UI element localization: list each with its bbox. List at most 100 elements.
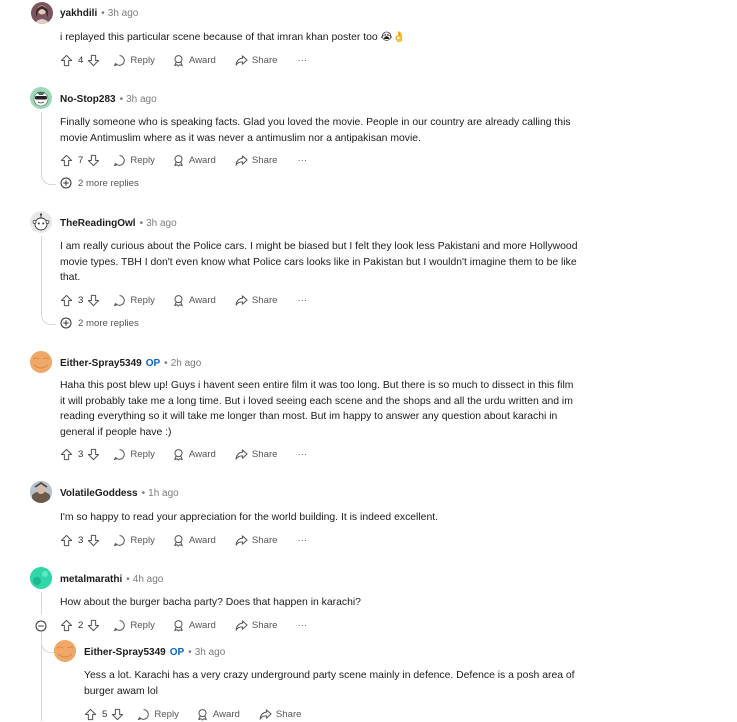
op-badge: OP [145,358,161,369]
award-icon [198,708,207,721]
more-options-button[interactable]: ··· [298,449,308,460]
comment-actions: 4 Reply Award Share ··· [60,52,307,68]
more-icon: ··· [297,154,308,166]
award-icon [174,294,183,307]
downvote-icon[interactable] [87,448,100,461]
reply-button[interactable]: Reply [113,619,155,632]
reply-button[interactable]: Reply [113,534,155,547]
timestamp[interactable]: 1h ago [148,488,179,499]
upvote-icon[interactable] [60,448,73,461]
avatar[interactable] [31,2,53,24]
more-replies-button[interactable]: 2 more replies [60,317,139,329]
more-replies-button[interactable]: 2 more replies [60,177,139,189]
share-button[interactable]: Share [235,54,278,67]
meta-separator: • [101,8,105,19]
award-button[interactable]: Award [172,294,216,307]
share-button[interactable]: Share [235,534,278,547]
upvote-icon[interactable] [84,708,97,721]
award-button[interactable]: Award [172,619,216,632]
more-options-button[interactable]: ··· [298,155,308,166]
upvote-icon[interactable] [60,154,73,167]
avatar[interactable] [54,640,76,662]
meta-separator: • [164,358,168,369]
action-label: Share [251,448,278,460]
action-label: Share [251,534,278,546]
reply-button[interactable]: Reply [137,708,179,721]
award-button[interactable]: Award [172,54,216,67]
downvote-icon[interactable] [87,154,100,167]
reply-button[interactable]: Reply [113,294,155,307]
share-button[interactable]: Share [235,154,278,167]
username[interactable]: Either-Spray5349 [84,647,166,658]
timestamp[interactable]: 3h ago [126,94,157,105]
share-button[interactable]: Share [235,294,278,307]
vote-count: 3 [78,294,84,306]
action-label: Reply [130,154,155,166]
avatar[interactable] [30,481,52,503]
reply-button[interactable]: Reply [113,154,155,167]
more-options-button[interactable]: ··· [298,535,308,546]
downvote-icon[interactable] [87,619,100,632]
more-options-button[interactable]: ··· [298,620,308,631]
vote-count: 4 [78,54,84,66]
comment-text: I am really curious about the Police car… [60,241,578,283]
username[interactable]: No-Stop283 [60,94,116,105]
timestamp[interactable]: 3h ago [146,218,177,229]
timestamp[interactable]: 3h ago [195,647,226,658]
action-label: Share [251,619,278,631]
upvote-icon[interactable] [60,534,73,547]
share-icon [259,708,272,720]
reply-button[interactable]: Reply [113,54,155,67]
action-label: Reply [154,708,179,720]
comment-text: i replayed this particular scene because… [60,32,406,43]
downvote-icon[interactable] [111,708,124,721]
collapse-thread-button[interactable] [35,619,47,632]
comment-text: Yess a lot. Karachi has a very crazy und… [84,670,575,697]
downvote-icon[interactable] [87,534,100,547]
award-button[interactable]: Award [172,448,216,461]
comment-actions: 3 Reply Award Share ··· [60,532,307,548]
upvote-icon[interactable] [60,294,73,307]
username[interactable]: metalmarathi [60,574,122,585]
timestamp[interactable]: 3h ago [108,8,139,19]
action-label: Share [275,708,302,720]
avatar[interactable] [30,87,52,109]
avatar[interactable] [30,211,52,233]
reply-button[interactable]: Reply [113,448,155,461]
award-icon [174,619,183,632]
upvote-icon[interactable] [60,619,73,632]
timestamp[interactable]: 2h ago [171,358,202,369]
username[interactable]: Either-Spray5349 [60,358,142,369]
minus-circle-icon [35,620,47,632]
timestamp[interactable]: 4h ago [133,574,164,585]
share-button[interactable]: Share [259,708,302,721]
action-label: Reply [130,619,155,631]
upvote-icon[interactable] [60,54,73,67]
downvote-icon[interactable] [87,54,100,67]
plus-circle-icon [60,317,72,329]
share-button[interactable]: Share [235,619,278,632]
thread-curve [41,168,56,185]
comment-icon [114,448,126,460]
award-button[interactable]: Award [172,154,216,167]
comment-icon [138,708,150,720]
award-button[interactable]: Award [196,708,240,721]
comment-text: Finally someone who is speaking facts. G… [60,117,571,144]
vote-count: 7 [78,154,84,166]
more-replies-label: 2 more replies [78,177,139,189]
comment-icon [114,294,126,306]
more-options-button[interactable]: ··· [298,295,308,306]
downvote-icon[interactable] [87,294,100,307]
award-button[interactable]: Award [172,534,216,547]
username[interactable]: yakhdili [60,8,97,19]
action-label: Reply [130,54,155,66]
share-button[interactable]: Share [235,448,278,461]
username[interactable]: TheReadingOwl [60,218,136,229]
comment-icon [114,619,126,631]
more-options-button[interactable]: ··· [298,55,308,66]
avatar[interactable] [30,567,52,589]
avatar[interactable] [30,351,52,373]
vote-count: 3 [78,448,84,460]
username[interactable]: VolatileGoddess [60,488,138,499]
comment-text: How about the burger bacha party? Does t… [60,597,361,608]
